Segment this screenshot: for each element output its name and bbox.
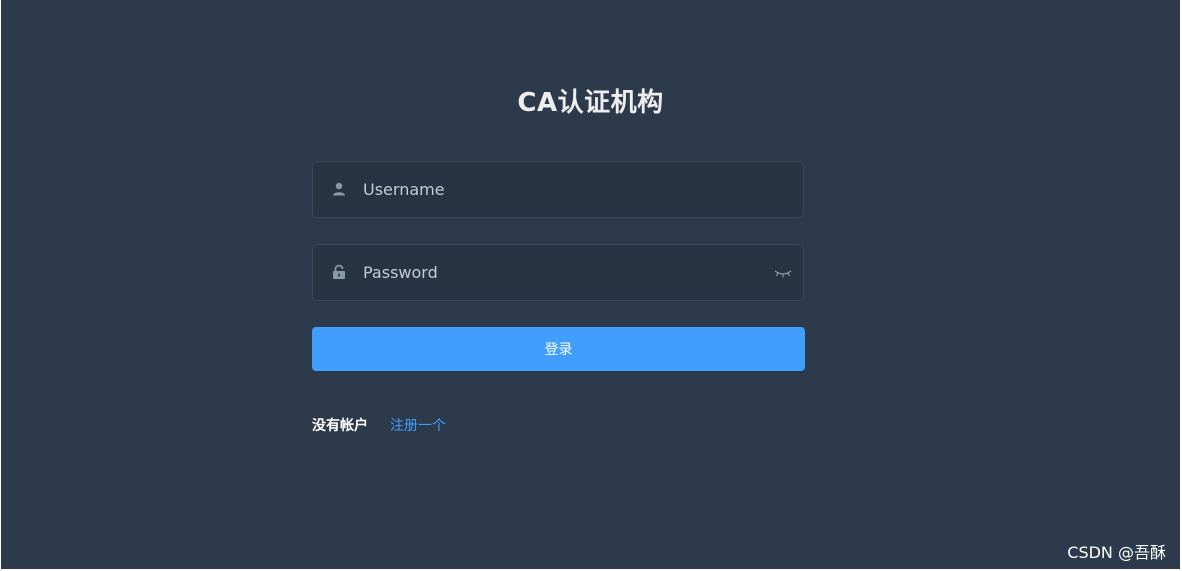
login-page: CA认证机构 登录 没有帐户 注册一个 [1,0,1180,569]
register-tips: 没有帐户 注册一个 [312,417,446,435]
watermark: CSDN @吾酥 [1067,543,1166,562]
page-title: CA认证机构 [517,88,664,118]
register-link[interactable]: 注册一个 [390,418,446,434]
username-field[interactable] [312,161,804,218]
username-input[interactable] [363,162,763,217]
password-input[interactable] [363,245,763,300]
user-icon [333,182,345,196]
password-field[interactable] [312,244,804,301]
lock-icon [333,264,345,279]
login-button[interactable]: 登录 [312,327,805,371]
no-account-text: 没有帐户 [312,418,368,434]
eye-closed-icon[interactable] [773,266,793,280]
